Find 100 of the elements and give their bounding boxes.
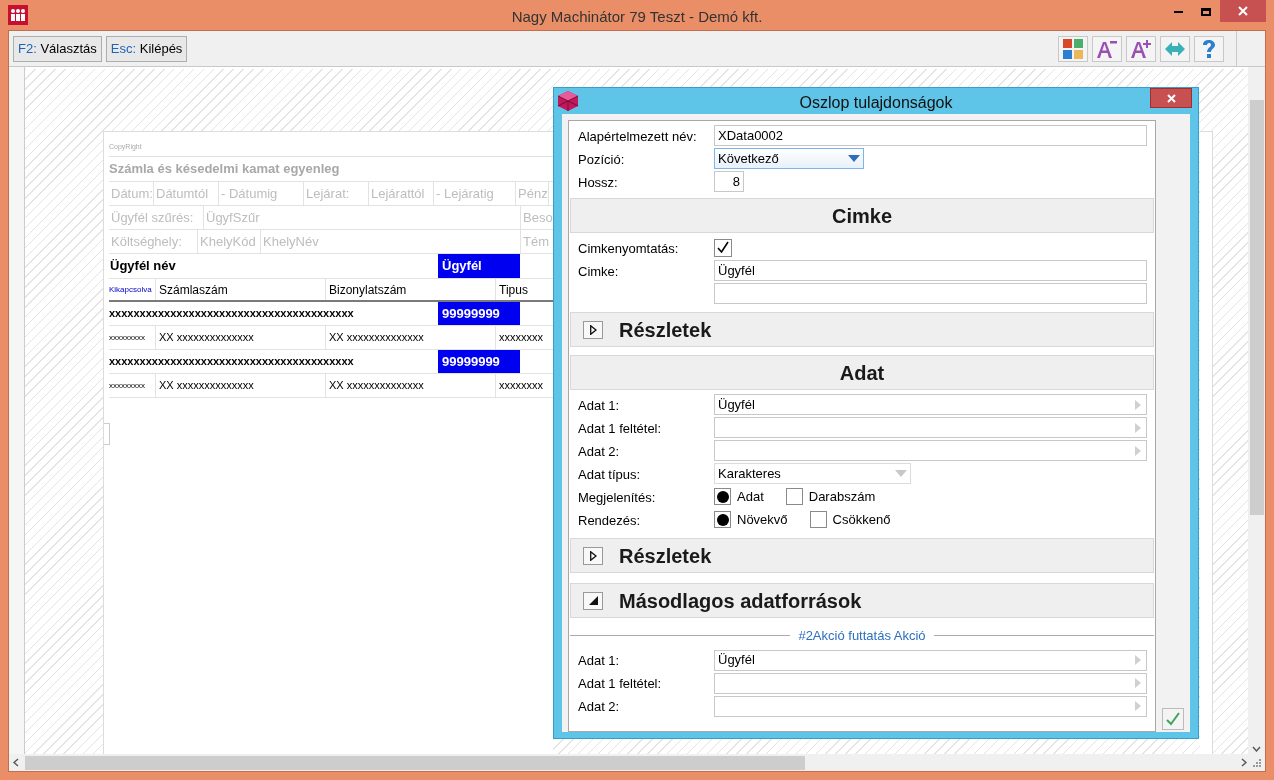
field-label: Adat 1: bbox=[578, 397, 620, 413]
picker-field[interactable] bbox=[714, 672, 1147, 694]
filter-cell: - Lejáratig bbox=[434, 182, 516, 205]
section-title: Részletek bbox=[619, 543, 712, 569]
horizontal-scrollbar[interactable] bbox=[9, 754, 1265, 771]
font-decrease-icon[interactable] bbox=[1092, 35, 1122, 62]
field-label: Adat 1 feltétel: bbox=[578, 676, 662, 691]
window-title: Nagy Machinátor 79 Teszt - Demó kft. bbox=[511, 7, 763, 27]
field-label: Megjelenítés: bbox=[578, 489, 656, 505]
picker-field[interactable]: Ügyfél bbox=[714, 649, 1147, 671]
help-icon[interactable] bbox=[1194, 35, 1224, 62]
field-label: Rendezés: bbox=[578, 512, 641, 528]
group-code-cell: 99999999 bbox=[438, 350, 520, 373]
field-label: Hossz: bbox=[578, 174, 618, 190]
arrow-icon bbox=[1135, 678, 1141, 688]
tiles-icon[interactable] bbox=[1058, 35, 1088, 62]
table-cell: XX xxxxxxxxxxxxxx bbox=[156, 374, 326, 397]
arrow-icon bbox=[1135, 422, 1141, 433]
scroll-right-icon bbox=[1241, 758, 1247, 767]
radio-option[interactable] bbox=[714, 511, 731, 528]
picker-field[interactable] bbox=[714, 417, 1147, 438]
type-dropdown[interactable]: Karakteres bbox=[714, 463, 911, 484]
arrow-icon bbox=[1135, 445, 1141, 456]
cube-icon bbox=[557, 90, 579, 112]
position-dropdown[interactable]: Következő bbox=[714, 148, 864, 169]
field-label: Adat 2: bbox=[578, 699, 620, 714]
table-cell: xxxxxxxxx bbox=[109, 326, 156, 349]
scroll-down-icon bbox=[1252, 746, 1261, 752]
group-column-cell: Ügyfél bbox=[438, 254, 520, 278]
arrow-icon bbox=[1135, 701, 1141, 711]
expander-toggle[interactable] bbox=[583, 591, 603, 610]
radio-option[interactable] bbox=[785, 488, 803, 505]
toolbar-button[interactable]: Esc: Kilépés bbox=[105, 35, 188, 62]
section-header: Adat bbox=[570, 355, 1154, 390]
text-field[interactable] bbox=[714, 283, 1147, 304]
close-button[interactable] bbox=[1220, 0, 1266, 22]
dropdown-caret-icon bbox=[895, 470, 907, 477]
check-icon bbox=[1165, 711, 1181, 727]
expand-triangle-icon bbox=[589, 550, 597, 561]
report-title: Számla és késedelmi kamat egyenleg bbox=[109, 160, 340, 179]
field-label: Adat 1: bbox=[578, 653, 620, 668]
toolbar-button[interactable]: F2: Választás bbox=[13, 35, 102, 62]
picker-field[interactable] bbox=[714, 440, 1147, 461]
close-icon bbox=[1238, 6, 1248, 16]
table-cell: xxxxxxxxx bbox=[109, 374, 156, 397]
field-label: Adat 1 feltétel: bbox=[578, 420, 662, 436]
field-label: Pozíció: bbox=[578, 151, 625, 167]
group-code-cell: 99999999 bbox=[438, 302, 520, 325]
group-header-label: Ügyfél név bbox=[109, 257, 177, 276]
column-header: Számlaszám bbox=[156, 279, 326, 300]
field-label: Adat típus: bbox=[578, 466, 641, 482]
expander-toggle[interactable] bbox=[583, 320, 603, 339]
page-marker bbox=[104, 423, 110, 445]
scrollbar-thumb[interactable] bbox=[1249, 100, 1264, 515]
column-header: Kikapcsolva bbox=[109, 279, 156, 300]
field-label: Cimke: bbox=[578, 263, 619, 279]
field-label: Alapértelmezett név: bbox=[578, 128, 697, 144]
vertical-scrollbar[interactable] bbox=[1248, 67, 1265, 754]
text-field[interactable]: Ügyfél bbox=[714, 260, 1147, 281]
picker-field[interactable] bbox=[714, 695, 1147, 717]
picker-field[interactable]: Ügyfél bbox=[714, 394, 1147, 415]
option-label: Csökkenő bbox=[832, 510, 891, 529]
filter-cell: KhelyNév bbox=[261, 230, 521, 253]
expand-triangle-icon bbox=[589, 324, 597, 335]
check-icon bbox=[716, 240, 730, 255]
table-cell: XX xxxxxxxxxxxxxx bbox=[326, 326, 496, 349]
dialog-title: Oszlop tulajdonságok bbox=[799, 93, 953, 113]
arrow-icon bbox=[1135, 399, 1141, 410]
group-name-cell-text: xxxxxxxxxxxxxxxxxxxxxxxxxxxxxxxxxxxxxxxx bbox=[109, 306, 355, 322]
text-field[interactable]: XData0002 bbox=[714, 125, 1147, 146]
option-label: Adat bbox=[737, 487, 764, 506]
table-cell: XX xxxxxxxxxxxxxx bbox=[326, 374, 496, 397]
filter-cell: Lejárat: bbox=[304, 182, 369, 205]
checkbox[interactable] bbox=[714, 238, 732, 257]
section-title: Részletek bbox=[619, 317, 712, 343]
arrow-icon bbox=[1135, 655, 1141, 665]
number-field[interactable]: 8 bbox=[714, 171, 744, 192]
filter-cell: Dátumtól bbox=[154, 182, 219, 205]
group-name-cell-text: xxxxxxxxxxxxxxxxxxxxxxxxxxxxxxxxxxxxxxxx bbox=[109, 354, 355, 370]
option-label: Növekvő bbox=[737, 510, 788, 529]
scroll-left-icon bbox=[13, 758, 19, 767]
expander-toggle[interactable] bbox=[583, 546, 603, 565]
section-title: Másodlagos adatforrások bbox=[619, 588, 862, 614]
filter-cell: - Dátumig bbox=[219, 182, 304, 205]
radio-option[interactable] bbox=[809, 511, 827, 528]
group-caption: #2Akció futtatás Akció bbox=[798, 627, 926, 645]
people-logo-icon bbox=[8, 5, 28, 25]
column-header: Bizonylatszám bbox=[326, 279, 496, 300]
scrollbar-thumb[interactable] bbox=[25, 755, 805, 770]
field-label: Adat 2: bbox=[578, 443, 620, 459]
close-button[interactable] bbox=[1150, 88, 1192, 108]
font-increase-icon[interactable] bbox=[1126, 35, 1156, 62]
resize-grip-icon[interactable] bbox=[1253, 758, 1261, 767]
filter-cell: Ügyfél szűrés: bbox=[109, 206, 204, 229]
section-header: Cimke bbox=[570, 198, 1154, 233]
confirm-button[interactable] bbox=[1162, 708, 1184, 730]
filter-cell: Lejárattól bbox=[369, 182, 434, 205]
filter-cell: Költséghely: bbox=[109, 230, 198, 253]
close-icon bbox=[1166, 93, 1176, 103]
radio-option[interactable] bbox=[714, 488, 731, 505]
